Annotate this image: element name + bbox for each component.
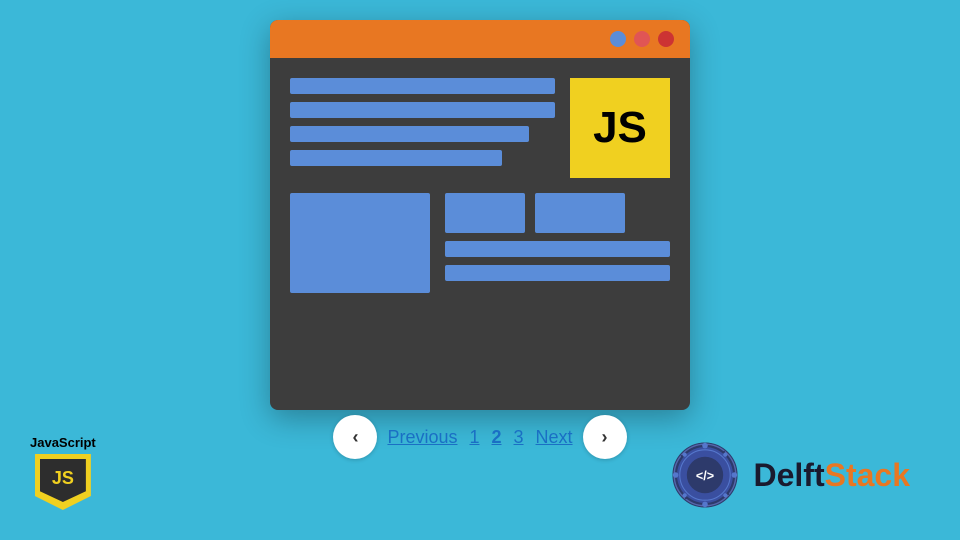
browser-window: JS: [270, 20, 690, 410]
delftstack-name: DelftStack: [754, 457, 911, 494]
js-shield: JS: [35, 454, 91, 510]
content-bottom-row: [290, 193, 670, 293]
window-dot-red-light: [634, 31, 650, 47]
js-corner-label: JavaScript: [30, 435, 96, 450]
small-block-2: [535, 193, 625, 233]
delftstack-emblem: </>: [670, 440, 740, 510]
small-blocks-row: [445, 193, 670, 233]
small-block-1: [445, 193, 525, 233]
svg-text:</>: </>: [695, 469, 713, 483]
window-dot-red: [658, 31, 674, 47]
content-bar-2: [290, 102, 555, 118]
js-logo-text: JS: [593, 103, 647, 153]
right-blocks: [445, 193, 670, 293]
page-2-link[interactable]: 2: [488, 425, 506, 450]
content-bars: [290, 78, 555, 166]
wide-bar-2: [445, 265, 670, 281]
prev-link[interactable]: Previous: [383, 425, 461, 450]
big-block: [290, 193, 430, 293]
content-top-row: JS: [290, 78, 670, 178]
window-dot-blue: [610, 31, 626, 47]
pagination-links: Previous 1 2 3 Next: [383, 425, 576, 450]
next-arrow-button[interactable]: ›: [583, 415, 627, 459]
browser-titlebar: [270, 20, 690, 58]
delftstack-logo: </> DelftStack: [670, 440, 911, 510]
js-shield-inner: JS: [40, 459, 86, 502]
delftstack-name-part2: Stack: [825, 457, 910, 493]
prev-arrow-button[interactable]: ‹: [333, 415, 377, 459]
page-3-link[interactable]: 3: [510, 425, 528, 450]
content-bar-1: [290, 78, 555, 94]
js-corner-logo: JavaScript JS: [30, 435, 96, 510]
pagination-area: ‹ Previous 1 2 3 Next ›: [270, 415, 690, 459]
js-logo-box: JS: [570, 78, 670, 178]
content-bar-4: [290, 150, 502, 166]
next-link[interactable]: Next: [532, 425, 577, 450]
wide-bar-1: [445, 241, 670, 257]
browser-content: JS: [270, 58, 690, 303]
delftstack-name-part1: Delft: [754, 457, 825, 493]
page-1-link[interactable]: 1: [465, 425, 483, 450]
content-bar-3: [290, 126, 529, 142]
js-shield-text: JS: [52, 468, 74, 489]
